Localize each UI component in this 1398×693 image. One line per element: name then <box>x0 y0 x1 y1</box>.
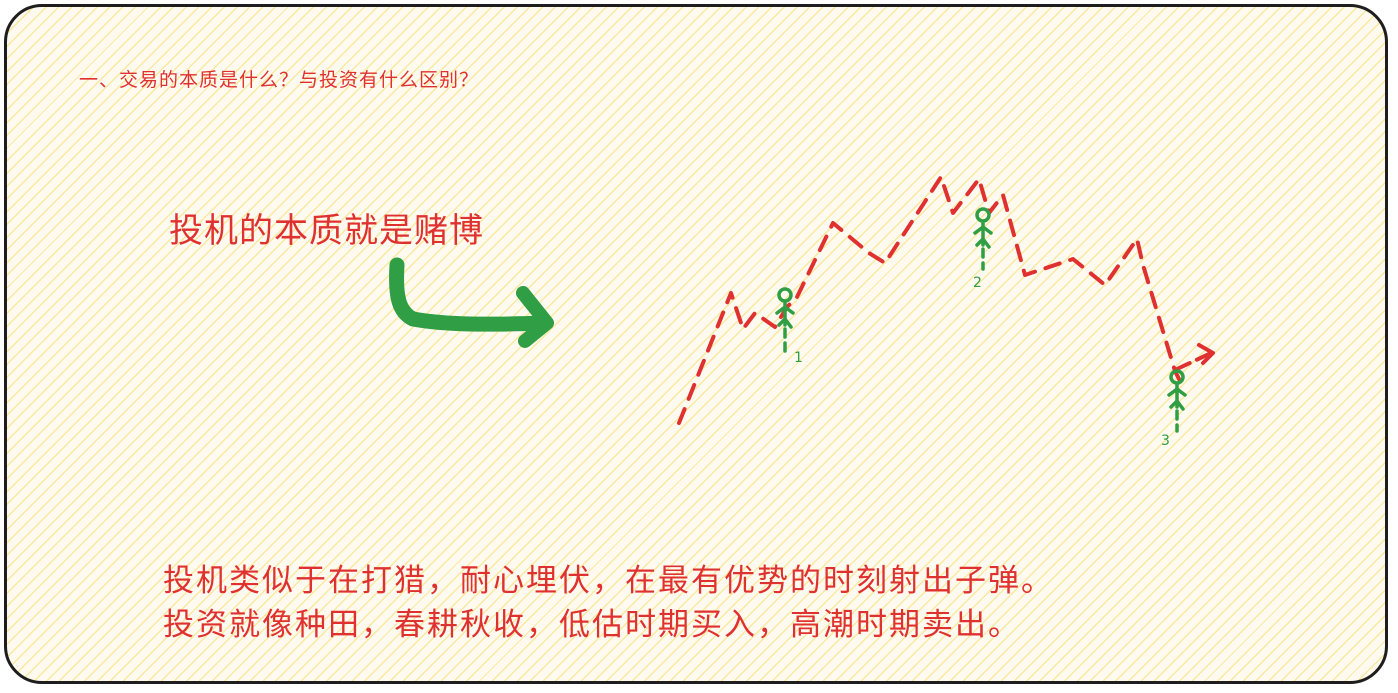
hunting-analogy-text: 投机类似于在打猎，耐心埋伏，在最有优势的时刻射出子弹。 <box>163 563 1054 599</box>
rising-arrow-icon <box>1175 343 1215 371</box>
marker-label-1: 1 <box>794 350 803 366</box>
price-path <box>677 175 1185 425</box>
stick-figure-2-icon <box>973 207 993 271</box>
stick-figure-1-icon <box>775 287 795 353</box>
marker-label-3: 3 <box>1161 433 1170 449</box>
sketch-card: 一、交易的本质是什么？与投资有什么区别？ 投机的本质就是赌博 1 2 3 投机类… <box>4 4 1388 684</box>
farming-analogy-text: 投资就像种田，春耕秋收，低估时期买入，高潮时期卖出。 <box>163 607 1021 643</box>
green-arrow-icon <box>389 257 554 348</box>
marker-label-2: 2 <box>973 275 982 291</box>
stick-figure-3-icon <box>1167 369 1187 433</box>
